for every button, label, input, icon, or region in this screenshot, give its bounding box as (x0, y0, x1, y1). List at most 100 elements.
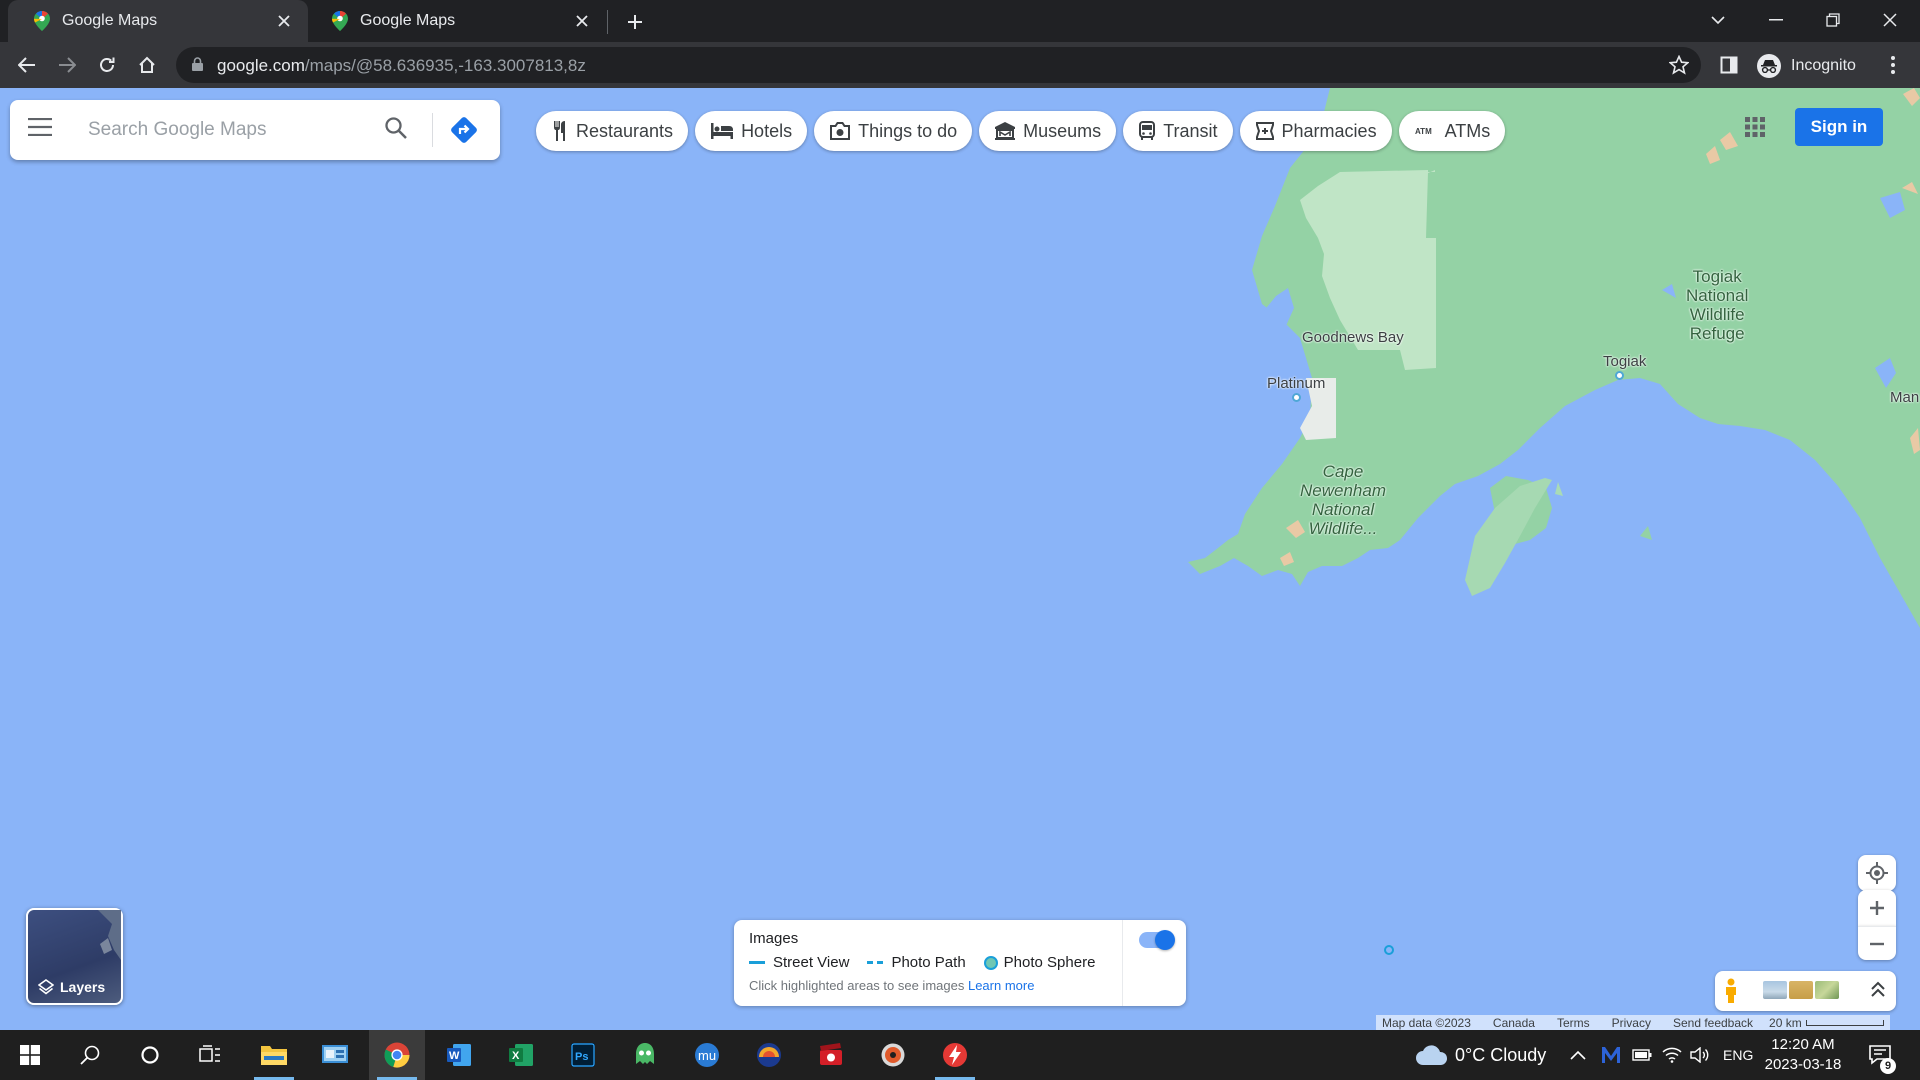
zoom-in-button[interactable] (1858, 890, 1896, 926)
forward-button[interactable] (50, 48, 84, 82)
media-app[interactable] (741, 1030, 797, 1080)
search-input[interactable] (88, 114, 368, 146)
my-location-icon (1866, 862, 1888, 884)
map-label-goodnews-bay[interactable]: Goodnews Bay (1302, 328, 1404, 347)
imagery-thumb-2[interactable] (1789, 981, 1813, 999)
photo-sphere-marker[interactable] (1384, 945, 1394, 955)
send-feedback-link[interactable]: Send feedback (1673, 1016, 1753, 1030)
map-label-cape-newenham[interactable]: Cape Newenham National Wildlife... (1300, 462, 1386, 538)
expand-chevron-icon[interactable] (1871, 981, 1885, 997)
language-indicator[interactable]: ENG (1723, 1030, 1753, 1080)
photoshop-app[interactable]: Ps (555, 1030, 611, 1080)
chrome-icon (384, 1042, 410, 1068)
wifi-icon-button[interactable] (1662, 1030, 1682, 1080)
windows-taskbar: W X Ps mu 0°C Cloudy ENG 12:20 AM 2023-0… (0, 1030, 1920, 1080)
google-apps-grid-icon[interactable] (1745, 117, 1765, 137)
learn-more-link[interactable]: Learn more (968, 978, 1034, 993)
tab-google-maps-2[interactable]: Google Maps (306, 0, 606, 42)
region-link[interactable]: Canada (1493, 1016, 1535, 1030)
taskbar-search-button[interactable] (62, 1030, 118, 1080)
pharmacy-icon (1255, 122, 1274, 140)
flash-app[interactable] (927, 1030, 983, 1080)
images-toggle[interactable] (1139, 930, 1175, 950)
start-button[interactable] (2, 1030, 58, 1080)
scale-bar[interactable]: 20 km (1769, 1016, 1884, 1030)
chip-things-to-do[interactable]: Things to do (814, 111, 973, 151)
side-panel-button[interactable] (1712, 48, 1746, 82)
incognito-profile-button[interactable]: Incognito (1757, 50, 1857, 82)
excel-app[interactable]: X (493, 1030, 549, 1080)
search-divider (432, 113, 433, 147)
back-button[interactable] (10, 48, 44, 82)
imagery-thumb-1[interactable] (1763, 981, 1787, 999)
map-label-togiak-refuge[interactable]: Togiak National Wildlife Refuge (1686, 267, 1748, 343)
close-tab-icon[interactable] (274, 11, 294, 31)
restore-button[interactable] (1805, 0, 1861, 40)
speaker-icon (1690, 1047, 1709, 1063)
hamburger-menu-icon[interactable] (28, 118, 52, 136)
clock[interactable]: 12:20 AM 2023-03-18 (1758, 1035, 1848, 1075)
new-tab-button[interactable] (622, 9, 648, 35)
chip-pharmacies[interactable]: Pharmacies (1239, 111, 1392, 151)
chip-hotels[interactable]: Hotels (695, 111, 808, 151)
cortana-button[interactable] (122, 1030, 178, 1080)
legend-label: Street View (773, 954, 850, 971)
volume-icon-button[interactable] (1690, 1030, 1710, 1080)
chrome-menu-kebab-icon[interactable] (1876, 48, 1910, 82)
address-bar[interactable]: google.com/maps/@58.636935,-163.3007813,… (176, 47, 1701, 83)
platinum-marker[interactable] (1292, 393, 1301, 402)
close-window-button[interactable] (1862, 0, 1918, 40)
sign-in-button[interactable]: Sign in (1795, 108, 1883, 146)
map-label-man[interactable]: Man (1890, 388, 1919, 407)
pegman-icon[interactable] (1723, 978, 1739, 1004)
weather-widget[interactable]: 0°C Cloudy (1415, 1030, 1546, 1080)
scale-bar-line (1805, 1020, 1884, 1026)
layers-button[interactable]: Layers (26, 908, 123, 1005)
directions-icon[interactable] (450, 116, 478, 144)
url-text[interactable]: google.com/maps/@58.636935,-163.3007813,… (217, 56, 586, 76)
vpn-app[interactable] (617, 1030, 673, 1080)
privacy-link[interactable]: Privacy (1612, 1016, 1651, 1030)
imagery-thumb-3[interactable] (1815, 981, 1839, 999)
search-icon[interactable] (384, 116, 408, 140)
chrome-app[interactable] (369, 1030, 425, 1080)
terms-link[interactable]: Terms (1557, 1016, 1590, 1030)
zoom-out-button[interactable] (1858, 926, 1896, 960)
chip-atms[interactable]: ATM ATMs (1398, 111, 1506, 151)
home-button[interactable] (130, 48, 164, 82)
reload-button[interactable] (90, 48, 124, 82)
imagery-thumbnails[interactable] (1763, 981, 1841, 999)
svg-text:W: W (449, 1050, 460, 1062)
tab-search-chevron-icon[interactable] (1690, 0, 1746, 40)
panel-divider (1122, 920, 1123, 1006)
chip-transit[interactable]: Transit (1123, 111, 1233, 151)
file-explorer-app[interactable] (246, 1030, 302, 1080)
map-canvas[interactable]: Goodnews Bay Platinum Togiak Man Togiak … (0, 88, 1920, 1030)
lock-icon[interactable] (192, 57, 203, 71)
control-panel-app[interactable] (307, 1030, 363, 1080)
battery-icon-button[interactable] (1632, 1030, 1652, 1080)
svg-text:mu: mu (698, 1048, 716, 1063)
video-app[interactable] (803, 1030, 859, 1080)
show-hidden-icons-button[interactable] (1570, 1030, 1586, 1080)
task-view-button[interactable] (182, 1030, 238, 1080)
chip-restaurants[interactable]: Restaurants (536, 111, 689, 151)
close-tab-icon[interactable] (572, 11, 592, 31)
word-app[interactable]: W (431, 1030, 487, 1080)
minimize-button[interactable] (1748, 0, 1804, 40)
tab-google-maps-1[interactable]: Google Maps (8, 0, 308, 42)
media-player-icon (757, 1043, 781, 1067)
togiak-marker[interactable] (1615, 371, 1624, 380)
cape-line-3: National (1311, 500, 1375, 519)
tab-divider (607, 10, 608, 34)
mu-app[interactable]: mu (679, 1030, 735, 1080)
disc-app[interactable] (865, 1030, 921, 1080)
battery-icon (1632, 1049, 1652, 1061)
tray-app-m[interactable] (1601, 1030, 1621, 1080)
map-label-togiak[interactable]: Togiak (1603, 352, 1646, 371)
action-center-button[interactable]: 9 (1868, 1030, 1896, 1080)
map-label-platinum[interactable]: Platinum (1267, 374, 1325, 393)
bookmark-star-icon[interactable] (1669, 55, 1689, 75)
chip-museums[interactable]: Museums (979, 111, 1117, 151)
my-location-button[interactable] (1858, 855, 1896, 891)
